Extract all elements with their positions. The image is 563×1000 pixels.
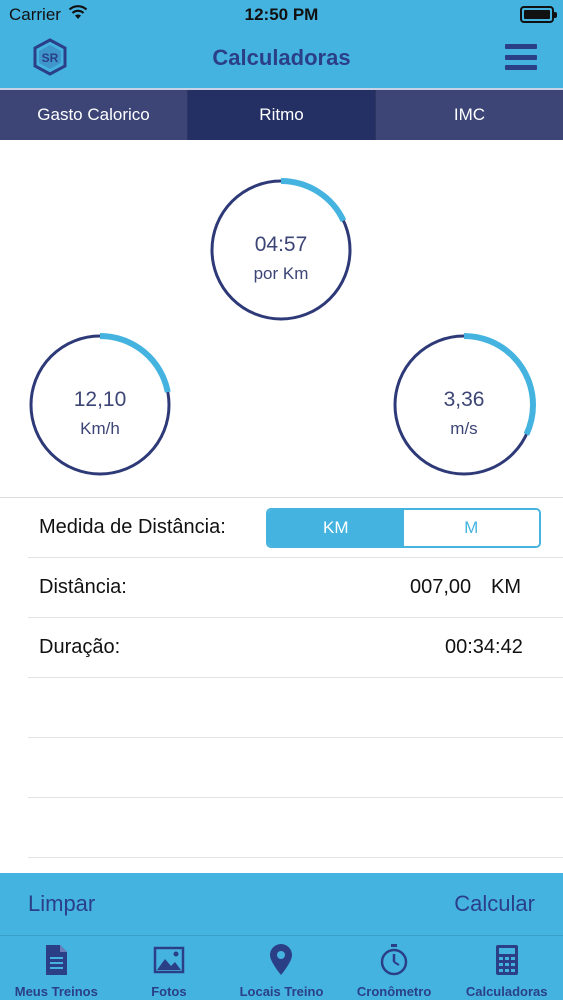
- tabbar-label: Fotos: [151, 984, 187, 999]
- empty-row: [28, 738, 563, 798]
- tabbar-label: Cronômetro: [356, 984, 432, 999]
- top-bar: Carrier 12:50 PM SR Calculadoras: [0, 0, 563, 88]
- unit-option-m[interactable]: M: [403, 510, 539, 546]
- empty-row: [28, 678, 563, 738]
- clear-button[interactable]: Limpar: [28, 891, 95, 917]
- tabbar-item-cronometro[interactable]: Cronômetro: [338, 936, 451, 1000]
- menu-icon[interactable]: [505, 44, 537, 70]
- unit-option-km[interactable]: KM: [268, 510, 404, 546]
- tab-imc[interactable]: IMC: [376, 90, 563, 140]
- tabbar-label: Locais Treino: [239, 984, 324, 999]
- speed-kmh-gauge: 12,10 Km/h: [28, 333, 172, 477]
- speed-ms-unit: m/s: [450, 419, 478, 438]
- action-bar: Limpar Calcular: [0, 873, 563, 935]
- calculate-button[interactable]: Calcular: [454, 891, 535, 917]
- navbar: SR Calculadoras: [0, 30, 563, 88]
- map-pin-icon: [270, 944, 293, 975]
- battery-icon: [520, 6, 557, 23]
- tabbar-item-locais-treino[interactable]: Locais Treino: [225, 936, 338, 1000]
- tabbar-item-fotos[interactable]: Fotos: [113, 936, 226, 1000]
- tabbar-label: Calculadoras: [465, 984, 548, 999]
- page-title: Calculadoras: [212, 45, 351, 70]
- duration-row[interactable]: Duração: 00:34:42: [28, 618, 563, 678]
- tabbar-label: Meus Treinos: [14, 984, 98, 999]
- bottom-tab-bar: Meus Treinos Fotos Locais Treino Cronôme…: [0, 935, 563, 1000]
- document-icon: [46, 945, 68, 975]
- distance-label: Distância:: [39, 576, 127, 598]
- distance-value[interactable]: 007,00: [410, 576, 471, 599]
- distance-row[interactable]: Distância: 007,00 KM: [28, 558, 563, 618]
- distance-measure-row: Medida de Distância: KM M: [28, 498, 563, 558]
- tab-gasto-calorico[interactable]: Gasto Calorico: [0, 90, 188, 140]
- distance-measure-label: Medida de Distância:: [39, 516, 226, 538]
- speed-ms-gauge: 3,36 m/s: [392, 333, 536, 477]
- tab-ritmo[interactable]: Ritmo: [188, 90, 376, 140]
- speed-kmh-unit: Km/h: [80, 419, 120, 438]
- tabbar-item-calculadoras[interactable]: Calculadoras: [450, 936, 563, 1000]
- speed-ms-value: 3,36: [443, 388, 485, 411]
- calculator-icon: [495, 945, 518, 975]
- pace-gauge: 04:57 por Km: [209, 178, 353, 322]
- status-bar: Carrier 12:50 PM: [0, 0, 563, 30]
- calculator-tabs: Gasto Calorico Ritmo IMC: [0, 88, 563, 140]
- pace-value: 04:57: [254, 233, 308, 256]
- status-time: 12:50 PM: [244, 5, 319, 24]
- tabbar-item-meus-treinos[interactable]: Meus Treinos: [0, 936, 113, 1000]
- distance-unit-segmented-control: KM M: [266, 508, 541, 548]
- distance-unit: KM: [491, 576, 521, 598]
- duration-label: Duração:: [39, 636, 121, 658]
- speed-kmh-value: 12,10: [73, 388, 127, 411]
- empty-row: [28, 798, 563, 858]
- stopwatch-icon: [380, 944, 408, 976]
- photo-icon: [153, 946, 185, 974]
- duration-value[interactable]: 00:34:42: [445, 636, 523, 659]
- pace-unit: por Km: [253, 264, 309, 283]
